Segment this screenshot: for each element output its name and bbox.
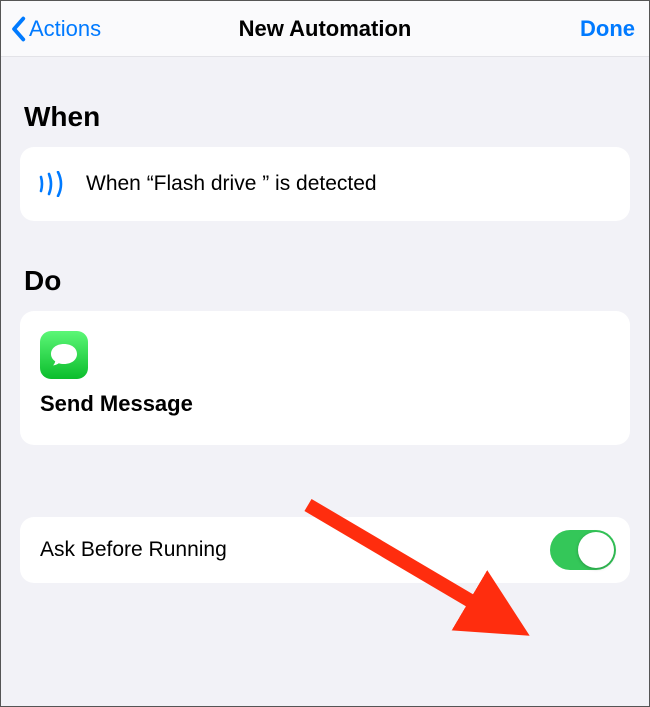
when-trigger-text: When “Flash drive ” is detected — [86, 172, 377, 196]
ask-before-running-toggle[interactable] — [550, 530, 616, 570]
action-name: Send Message — [40, 391, 193, 417]
ask-before-running-row: Ask Before Running — [20, 517, 630, 583]
nfc-icon — [38, 171, 68, 197]
when-section-header: When — [20, 101, 630, 133]
when-trigger-card[interactable]: When “Flash drive ” is detected — [20, 147, 630, 221]
do-action-card[interactable]: Send Message — [20, 311, 630, 445]
navigation-bar: Actions New Automation Done — [1, 1, 649, 57]
ask-before-running-label: Ask Before Running — [40, 538, 227, 562]
do-section-header: Do — [20, 265, 630, 297]
done-button[interactable]: Done — [580, 16, 635, 42]
chevron-left-icon — [9, 16, 27, 42]
messages-app-icon — [40, 331, 88, 379]
back-button[interactable]: Actions — [9, 16, 101, 42]
toggle-knob — [578, 532, 614, 568]
back-label: Actions — [29, 16, 101, 42]
